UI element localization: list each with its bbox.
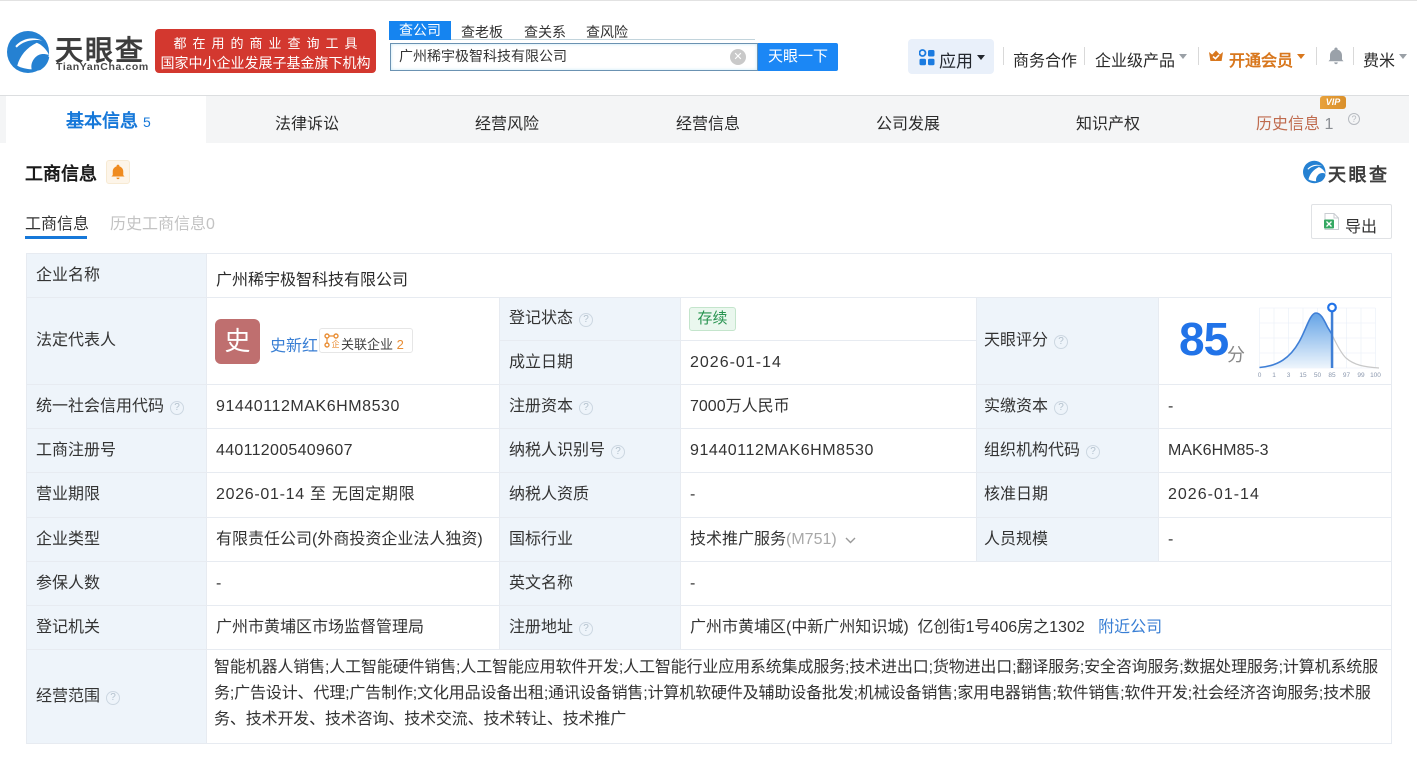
svg-text:企: 企 xyxy=(332,339,340,348)
svg-text:97: 97 xyxy=(1343,372,1351,379)
svg-text:0: 0 xyxy=(1258,372,1262,379)
svg-text:50: 50 xyxy=(1314,372,1322,379)
svg-text:15: 15 xyxy=(1299,372,1307,379)
svg-text:1: 1 xyxy=(1272,372,1276,379)
svg-text:3: 3 xyxy=(1287,372,1291,379)
svg-text:100: 100 xyxy=(1370,372,1381,379)
svg-text:85: 85 xyxy=(1328,372,1336,379)
svg-text:99: 99 xyxy=(1357,372,1365,379)
